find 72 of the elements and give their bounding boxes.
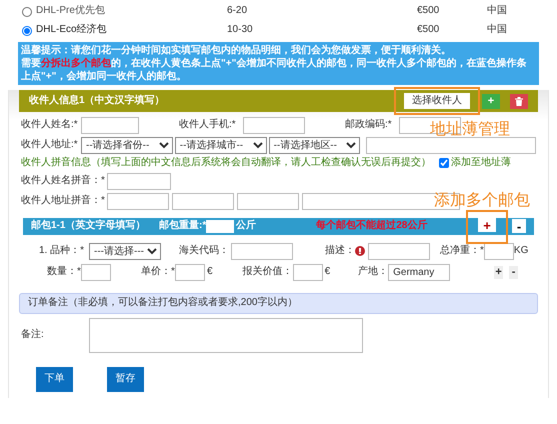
weight-range: 10-30 <box>227 24 254 37</box>
add-item-button[interactable]: + <box>494 266 504 278</box>
dropdown[interactable]: ---请选择--- <box>89 242 161 260</box>
section-title: 订单备注（非必填，可以备注打包内容或者要求,200字以内） <box>28 296 298 310</box>
remarks-field[interactable] <box>89 318 363 352</box>
field-label: 收件人地址:* <box>21 139 79 152</box>
field-label: 收件人手机:* <box>179 119 237 132</box>
field-label: 收件人地址拼音：* <box>21 194 104 208</box>
trash-icon <box>515 96 523 106</box>
section-title: 收件人信息1（中文汉字填写） <box>29 94 166 108</box>
value-text: €500 <box>417 5 440 18</box>
checkbox-label: 添加至地址薄 <box>451 157 511 170</box>
select-recipient-button[interactable]: 选择收件人 <box>404 93 470 109</box>
form-button[interactable]: 下单 <box>36 366 73 392</box>
input-field[interactable] <box>399 117 461 134</box>
annotation-text: 地址薄管理 <box>430 119 510 139</box>
field-label: 总净重：* <box>440 244 484 258</box>
value-text: €500 <box>417 24 440 37</box>
input-field[interactable] <box>107 192 169 210</box>
dropdown[interactable]: --请选择地区-- <box>268 137 360 154</box>
input-field[interactable]: Germany <box>388 264 450 280</box>
input-field[interactable] <box>366 137 536 154</box>
field-label: 报关价值： <box>242 266 293 278</box>
input-field[interactable] <box>292 264 323 280</box>
option-label: DHL-Eco经济包 <box>36 24 107 37</box>
remove-item-button[interactable]: - <box>509 266 518 278</box>
dropdown[interactable]: --请选择城市-- <box>174 137 267 154</box>
warning-text: 每个邮包不能超过28公斤 <box>316 220 428 232</box>
checkbox[interactable] <box>439 158 449 168</box>
dropdown[interactable]: --请选择省份-- <box>81 137 173 154</box>
pinyin-note: 收件人拼音信息（填写上面的中文信息后系统将会自动翻译，请人工检查确认无误后再提交） <box>21 157 431 170</box>
annotation-text: 添加多个邮包 <box>434 190 530 210</box>
input-field[interactable] <box>484 242 514 260</box>
form-button[interactable]: 暂存 <box>107 366 144 392</box>
field-label: 海关代码： <box>179 244 230 258</box>
section-title: 邮包1-1（英文字母填写） <box>31 220 146 232</box>
field-label: 邮政编码:* <box>345 119 393 132</box>
input-field[interactable] <box>81 264 111 280</box>
field-label: 收件人姓名拼音：* <box>21 174 106 188</box>
unit-text: 公斤 <box>236 220 256 232</box>
origin-text: 中国 <box>487 24 507 37</box>
radio-button[interactable] <box>22 26 32 36</box>
input-field[interactable] <box>175 264 205 280</box>
input-field[interactable] <box>107 172 171 190</box>
notice-text: 温馨提示：请您们花一分钟时间如实填写邮包内的物品明细，我们会为您做发票，便于顺利清关。 <box>21 44 452 57</box>
input-field[interactable] <box>206 220 234 232</box>
input-field[interactable] <box>243 117 305 134</box>
input-field[interactable] <box>237 192 299 210</box>
notice-text: 需要分拆出多个邮包的，在收件人黄色条上点"+"会增加不同收件人的邮包，同一收件人多个邮包的，在蓝色操作条上点"+"，会增加同一收件人的邮包。 <box>21 57 528 83</box>
currency-text: € <box>207 266 213 278</box>
radio-button[interactable] <box>22 6 32 16</box>
field-label: 产地： <box>358 266 388 278</box>
option-label: DHL-Pre优先包 <box>36 5 105 18</box>
input-field[interactable] <box>368 242 430 260</box>
unit-text: KG <box>514 244 528 258</box>
input-field[interactable] <box>231 242 293 260</box>
field-label: 1. 品种：* <box>39 244 86 258</box>
field-label: 单价：* <box>141 266 175 278</box>
field-label: 邮包重量:* <box>159 220 206 232</box>
weight-range: 6-20 <box>227 5 248 18</box>
field-label: 数量：* <box>47 266 81 278</box>
info-icon <box>355 246 365 256</box>
field-label: 描述： <box>325 244 355 258</box>
add-parcel-button[interactable]: + <box>478 218 496 232</box>
remove-parcel-button[interactable]: - <box>512 219 526 233</box>
delete-button[interactable] <box>510 94 528 108</box>
input-field[interactable] <box>81 117 139 134</box>
input-field[interactable] <box>172 192 234 210</box>
field-label: 备注: <box>21 328 45 342</box>
currency-text: € <box>324 266 330 278</box>
field-label: 收件人姓名:* <box>21 119 79 132</box>
origin-text: 中国 <box>487 5 507 18</box>
